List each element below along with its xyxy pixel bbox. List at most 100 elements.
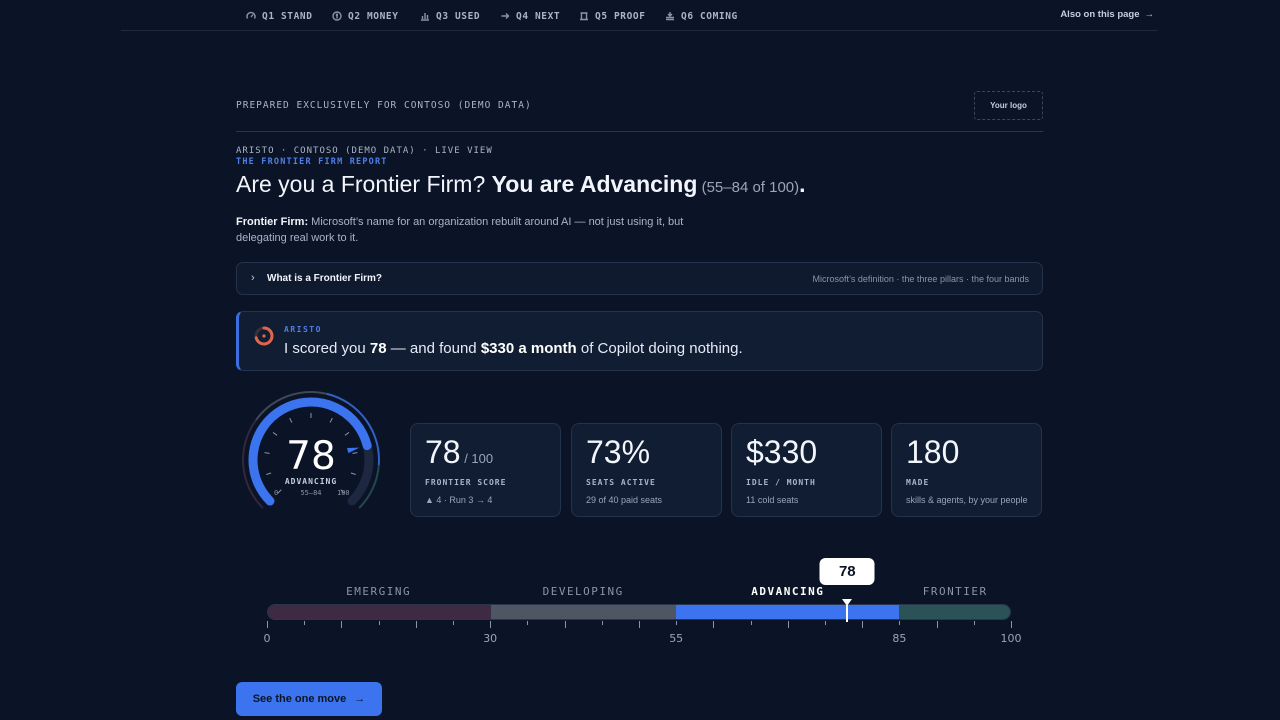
stat-value: 73% [586, 434, 651, 470]
definition: Frontier Firm: Microsoft’s name for an o… [236, 214, 706, 246]
scale-tick [750, 621, 752, 625]
scale-tick [936, 621, 938, 628]
quote-score: 78 [369, 340, 387, 357]
scale-tick [713, 621, 715, 628]
quote-money: $330 a month [480, 340, 577, 357]
nav-q2-money[interactable]: Q2 MONEY [332, 9, 399, 23]
nav-label: Q5 PROOF [595, 10, 646, 22]
report-title: THE FRONTIER FIRM REPORT [236, 157, 388, 167]
prepared-for: PREPARED EXCLUSIVELY FOR CONTOSO (DEMO D… [236, 100, 532, 111]
stack-icon [666, 12, 674, 21]
gauge-score: 78 [286, 434, 336, 479]
stat-value: 78 / 100 [425, 434, 493, 471]
nav-q4-next[interactable]: Q4 NEXT [500, 9, 560, 23]
stat-value: $330 [746, 434, 818, 470]
scale-tick [825, 621, 826, 625]
scale-tick [267, 621, 268, 628]
band-label-emerging: EMERGING [346, 585, 412, 598]
band-track [267, 604, 1011, 620]
nav-q6-coming[interactable]: Q6 COMING [665, 9, 738, 23]
also-label: Also on this page [1060, 9, 1140, 20]
quote-part: of Copilot doing nothing. [576, 340, 743, 357]
nav-q5-proof[interactable]: Q5 PROOF [579, 9, 646, 23]
stat-card-made: 180 MADE skills & agents, by your people [891, 423, 1042, 517]
quote-part: — and found [386, 340, 481, 357]
divider [236, 131, 1043, 132]
headline-strong: You are Advancing [491, 171, 698, 197]
nav-q3-used[interactable]: Q3 USED [420, 9, 480, 23]
stat-label: MADE [906, 478, 930, 487]
gauge-band: ADVANCING [284, 477, 338, 486]
gauge-min: 0 [274, 489, 279, 497]
stat-card-idle-month: $330 IDLE / MONTH 11 cold seats [731, 423, 882, 517]
gauge-band-range: 55–84 [300, 489, 322, 497]
scale-tick [676, 621, 678, 625]
scale-tick [564, 621, 566, 628]
band-segment-frontier [898, 605, 1010, 619]
gauge-max: 100 [337, 489, 350, 497]
scale-tick [639, 621, 640, 628]
band-label-developing: DEVELOPING [542, 585, 624, 598]
scale-tick-label: 30 [483, 632, 498, 645]
aristo-icon [254, 326, 274, 346]
scale-tick [341, 621, 343, 628]
scale-tick [490, 621, 492, 628]
nav-q1-stand[interactable]: Q1 STAND [246, 9, 313, 23]
chevron-right-icon: › [251, 272, 255, 284]
scale-tick-label: 0 [263, 632, 271, 645]
stat-out-of: / 100 [460, 451, 494, 466]
stat-label: FRONTIER SCORE [425, 478, 507, 487]
scale-tick-label: 100 [1000, 632, 1022, 645]
scale-tick [378, 621, 380, 625]
stat-card-frontier-score: 78 / 100 FRONTIER SCORE ▲ 4 · Run 3 → 4 [410, 423, 561, 517]
coin-icon [332, 11, 342, 21]
pillar-icon [580, 12, 588, 21]
arrow-right-icon: → [1144, 9, 1155, 20]
logo-placeholder[interactable]: Your logo [974, 91, 1043, 120]
scale-tick-label: 55 [669, 632, 684, 645]
scale-tick [304, 621, 306, 625]
scale-ticks [267, 621, 1012, 631]
nav-label: Q6 COMING [681, 10, 738, 22]
stat-sub: 11 cold seats [746, 495, 799, 505]
band-segment-developing [490, 605, 677, 619]
top-nav: Q1 STAND Q2 MONEY Q3 USED Q4 NEXT Q5 PRO… [121, 0, 1158, 31]
band-segment-emerging [268, 605, 491, 619]
band-segment-advancing [676, 605, 899, 619]
stat-value: 180 [906, 434, 960, 470]
stat-sub: skills & agents, by your people [906, 495, 1028, 505]
cta-label: See the one move [252, 693, 347, 705]
nav-label: Q4 NEXT [516, 10, 561, 22]
scale-tick-label: 85 [892, 632, 907, 645]
accordion-meta: Microsoft’s definition · the three pilla… [812, 274, 1029, 284]
definition-term: Frontier Firm: [236, 216, 309, 228]
scale-tick [862, 621, 864, 628]
headline-lead: Are you a Frontier Firm? [236, 171, 492, 197]
page-title: Are you a Frontier Firm? You are Advanci… [236, 171, 806, 198]
gauge-tick [289, 417, 293, 423]
scale-tick [787, 621, 789, 628]
also-on-this-page-link[interactable]: Also on this page → [1060, 9, 1154, 20]
stat-label: IDLE / MONTH [746, 478, 816, 487]
frontier-firm-accordion[interactable]: › What is a Frontier Firm? Microsoft’s d… [236, 262, 1043, 295]
callout-author: ARISTO [284, 325, 322, 334]
quote-part: I scored you [284, 340, 370, 357]
aristo-callout: ARISTO I scored you 78 — and found $330 … [236, 311, 1043, 371]
arrow-right-icon: → [354, 693, 366, 705]
bar-chart-icon [421, 13, 429, 21]
scale-tick [527, 621, 529, 625]
stat-sub: 29 of 40 paid seats [586, 495, 663, 505]
headline-end: . [799, 171, 806, 197]
score-bubble: 78 [819, 558, 875, 585]
see-the-one-move-button[interactable]: See the one move → [236, 682, 382, 716]
scale-tick [1011, 621, 1012, 628]
nav-label: Q1 STAND [262, 10, 313, 22]
gauge-tick [329, 417, 333, 423]
accordion-label: What is a Frontier Firm? [267, 273, 383, 284]
stat-number: 78 [425, 434, 461, 470]
score-gauge: 78 ADVANCING 55–84 0 100 [236, 388, 386, 518]
arrow-right-icon [501, 13, 510, 19]
stat-label: SEATS ACTIVE [586, 478, 656, 487]
band-label-advancing: ADVANCING [751, 585, 825, 598]
band-label-frontier: FRONTIER [922, 585, 988, 598]
